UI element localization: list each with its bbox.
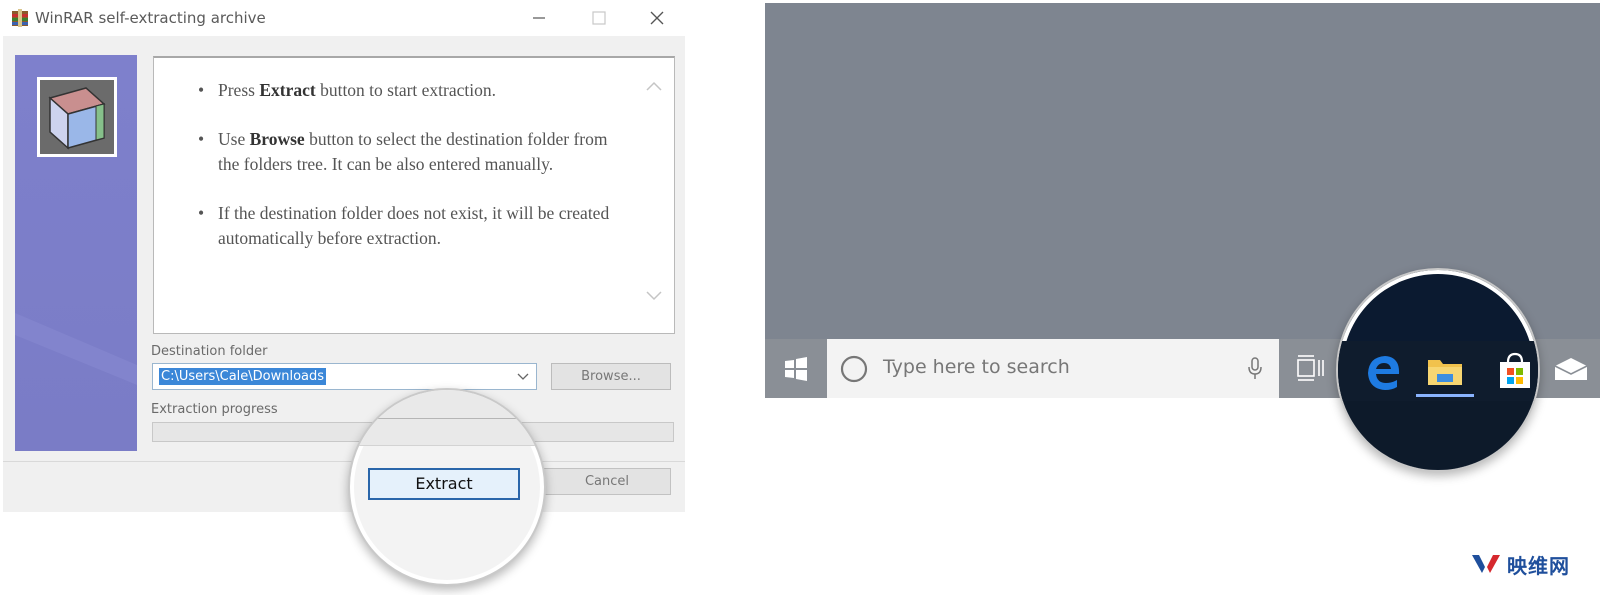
taskbar-search-box[interactable]: Type here to search [827, 339, 1279, 398]
active-app-indicator [1416, 394, 1474, 397]
edge-icon[interactable] [1364, 352, 1404, 392]
magnified-divider [350, 418, 544, 419]
destination-folder-label: Destination folder [151, 344, 268, 359]
cancel-button[interactable]: Cancel [543, 468, 671, 495]
instructions-list: Press Extract button to start extraction… [194, 78, 624, 275]
side-banner [15, 55, 137, 451]
magnifier-extract: Extract [348, 388, 546, 586]
task-view-icon[interactable] [1295, 354, 1327, 382]
microphone-icon[interactable] [1246, 356, 1264, 382]
watermark: 映维网 [1471, 550, 1570, 578]
minimize-button[interactable] [511, 0, 567, 36]
mail-icon[interactable] [1553, 356, 1589, 382]
watermark-text: 映维网 [1507, 553, 1570, 578]
destination-folder-value[interactable]: C:\Users\Cale\Downloads [159, 368, 327, 385]
title-bar: WinRAR self-extracting archive [3, 0, 685, 36]
scroll-down-arrow[interactable] [644, 288, 664, 304]
maximize-button[interactable] [571, 0, 627, 36]
footer-divider [3, 461, 685, 462]
winrar-app-icon [12, 9, 28, 27]
extraction-progress-label: Extraction progress [151, 402, 278, 417]
file-explorer-icon[interactable] [1426, 354, 1464, 388]
cortana-circle-icon[interactable] [839, 354, 869, 384]
yingwei-logo-icon [1472, 555, 1500, 573]
chevron-down-icon[interactable] [516, 371, 530, 383]
winrar-logo [37, 77, 117, 157]
search-placeholder[interactable]: Type here to search [883, 356, 1070, 378]
close-button[interactable] [629, 0, 685, 36]
scroll-up-arrow[interactable] [644, 78, 664, 94]
browse-button[interactable]: Browse... [551, 363, 671, 390]
archive-book-icon [40, 80, 114, 154]
instruction-item: If the destination folder does not exist… [194, 201, 624, 251]
extract-button[interactable]: Extract [368, 468, 520, 500]
windows-start-icon[interactable] [765, 339, 827, 398]
window-title: WinRAR self-extracting archive [35, 9, 266, 27]
magnifier-taskbar-icons [1336, 268, 1540, 472]
instructions-pane: Press Extract button to start extraction… [153, 56, 675, 334]
instruction-item: Press Extract button to start extraction… [194, 78, 624, 103]
instruction-item: Use Browse button to select the destinat… [194, 127, 624, 177]
destination-folder-combobox[interactable]: C:\Users\Cale\Downloads [152, 363, 537, 390]
winrar-dialog: WinRAR self-extracting archive • Press E… [3, 0, 685, 512]
store-icon[interactable] [1496, 350, 1534, 390]
